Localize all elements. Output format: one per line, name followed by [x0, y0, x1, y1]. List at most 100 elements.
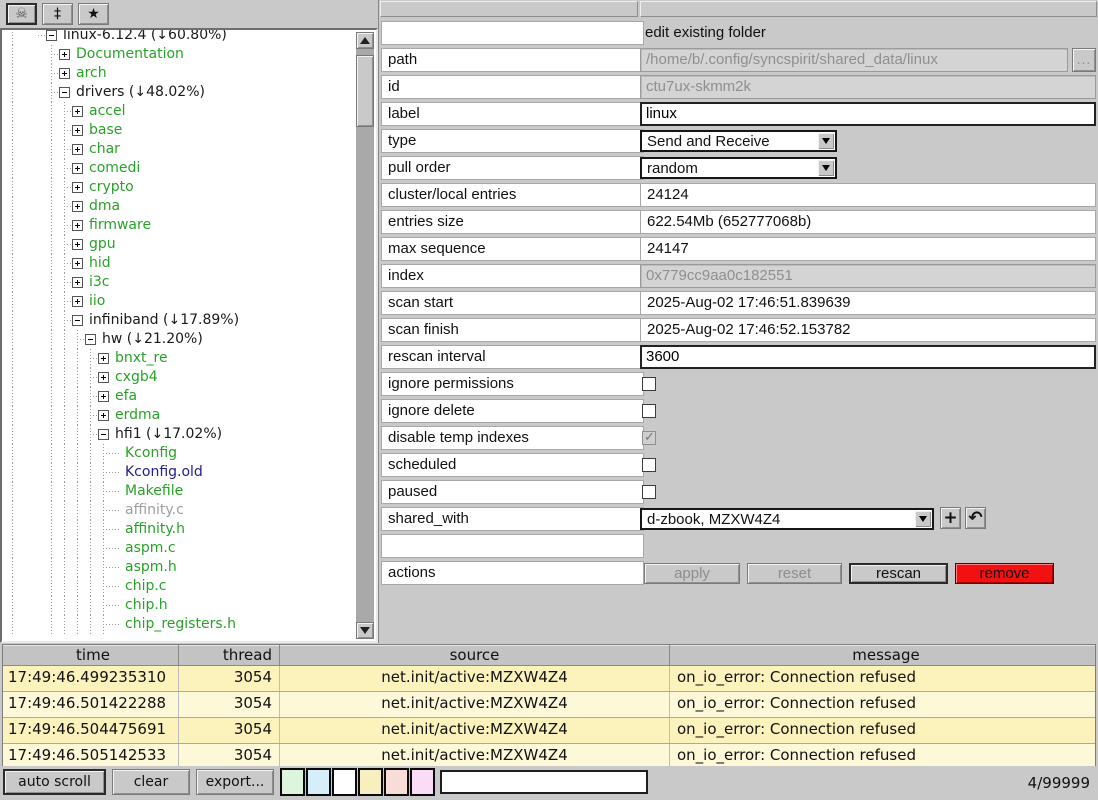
tree-item[interactable]: drivers (↓48.02%): [2, 83, 356, 102]
expand-plus-icon[interactable]: [72, 277, 83, 288]
tree-item-label[interactable]: char: [89, 140, 120, 159]
expand-plus-icon[interactable]: [72, 144, 83, 155]
tree-item-label[interactable]: dma: [89, 197, 120, 216]
tree-item[interactable]: Documentation: [2, 45, 356, 64]
tree-item[interactable]: hw (↓21.20%): [2, 330, 356, 349]
log-level-swatch-1[interactable]: [280, 768, 305, 796]
tree-item-label[interactable]: affinity.c: [125, 501, 184, 520]
collapse-minus-icon[interactable]: [72, 315, 83, 326]
remove-button[interactable]: remove: [955, 563, 1054, 584]
tree-item[interactable]: chip.c: [2, 577, 356, 596]
tree-item-label[interactable]: hw (↓21.20%): [102, 330, 203, 349]
tree-item[interactable]: arch: [2, 64, 356, 83]
tree-item[interactable]: bnxt_re: [2, 349, 356, 368]
tree-item[interactable]: gpu: [2, 235, 356, 254]
tree-item[interactable]: hfi1 (↓17.02%): [2, 425, 356, 444]
tree-item[interactable]: affinity.c: [2, 501, 356, 520]
tree-item-label[interactable]: base: [89, 121, 122, 140]
tree-item-label[interactable]: linux-6.12.4 (↓60.80%): [63, 30, 227, 45]
expand-plus-icon[interactable]: [72, 106, 83, 117]
tree-item-label[interactable]: Documentation: [76, 45, 184, 64]
tree-item[interactable]: comedi: [2, 159, 356, 178]
tree-item[interactable]: crypto: [2, 178, 356, 197]
tree-item-label[interactable]: Kconfig: [125, 444, 177, 463]
tree-item[interactable]: char: [2, 140, 356, 159]
tree-item[interactable]: erdma: [2, 406, 356, 425]
tree-item-label[interactable]: cxgb4: [115, 368, 158, 387]
tree-item-label[interactable]: chip_registers.h: [125, 615, 236, 634]
tree-item-label[interactable]: drivers (↓48.02%): [76, 83, 205, 102]
tree-item-label[interactable]: bnxt_re: [115, 349, 168, 368]
log-level-swatch-4[interactable]: [358, 768, 383, 796]
expand-plus-icon[interactable]: [72, 239, 83, 250]
tree-item[interactable]: base: [2, 121, 356, 140]
tree-item[interactable]: affinity.h: [2, 520, 356, 539]
expand-plus-icon[interactable]: [98, 410, 109, 421]
tree-item-label[interactable]: gpu: [89, 235, 116, 254]
tree-item-label[interactable]: hid: [89, 254, 111, 273]
bookmark-button[interactable]: ★: [78, 3, 109, 25]
tree-item[interactable]: chip_registers.h: [2, 615, 356, 634]
expand-plus-icon[interactable]: [59, 68, 70, 79]
tree-item[interactable]: Kconfig: [2, 444, 356, 463]
browse-button[interactable]: ...: [1072, 48, 1096, 72]
tree-item[interactable]: aspm.c: [2, 539, 356, 558]
scheduled-checkbox[interactable]: [642, 458, 656, 472]
expand-plus-icon[interactable]: [72, 163, 83, 174]
tree-item-label[interactable]: firmware: [89, 216, 151, 235]
collapse-minus-icon[interactable]: [59, 87, 70, 98]
log-level-swatch-3[interactable]: [332, 768, 357, 796]
tree-item-label[interactable]: aspm.h: [125, 558, 177, 577]
tree-item[interactable]: Kconfig.old: [2, 463, 356, 482]
colorize-button[interactable]: ‡: [42, 3, 73, 25]
rescan-button[interactable]: rescan: [849, 563, 948, 584]
expand-plus-icon[interactable]: [59, 49, 70, 60]
expand-plus-icon[interactable]: [72, 201, 83, 212]
tree-item-label[interactable]: Kconfig.old: [125, 463, 203, 482]
auto-scroll-toggle[interactable]: auto scroll: [3, 769, 106, 795]
paused-checkbox[interactable]: [642, 485, 656, 499]
log-level-swatch-6[interactable]: [410, 768, 435, 796]
tree-item[interactable]: i3c: [2, 273, 356, 292]
ignore-permissions-checkbox[interactable]: [642, 377, 656, 391]
tree-item[interactable]: linux-6.12.4 (↓60.80%): [2, 30, 356, 45]
pull-order-select[interactable]: random: [640, 157, 837, 179]
tree-item-label[interactable]: i3c: [89, 273, 110, 292]
type-select[interactable]: Send and Receive: [640, 130, 837, 152]
add-share-button[interactable]: +: [940, 507, 961, 529]
tree-item-label[interactable]: affinity.h: [125, 520, 185, 539]
tree-scrollbar[interactable]: [356, 32, 374, 639]
tree-item-label[interactable]: iio: [89, 292, 105, 311]
chevron-down-icon[interactable]: [818, 160, 834, 176]
expand-plus-icon[interactable]: [98, 353, 109, 364]
tree-item[interactable]: iio: [2, 292, 356, 311]
label-input[interactable]: linux: [640, 102, 1096, 126]
collapse-minus-icon[interactable]: [85, 334, 96, 345]
expand-plus-icon[interactable]: [72, 182, 83, 193]
tree-item-label[interactable]: Makefile: [125, 482, 183, 501]
ignore-delete-checkbox[interactable]: [642, 404, 656, 418]
tree-item[interactable]: accel: [2, 102, 356, 121]
scroll-down-button[interactable]: [356, 622, 374, 639]
tree-item[interactable]: Makefile: [2, 482, 356, 501]
shared-with-select[interactable]: d-zbook, MZXW4Z4: [640, 508, 934, 530]
scrollbar-thumb[interactable]: [356, 55, 374, 127]
revert-share-button[interactable]: ↶: [965, 507, 986, 529]
tree-item-label[interactable]: chip.c: [125, 577, 167, 596]
clear-button[interactable]: clear: [112, 769, 190, 795]
tree-item-label[interactable]: hfi1 (↓17.02%): [115, 425, 222, 444]
tree-item-label[interactable]: chip.h: [125, 596, 168, 615]
expand-plus-icon[interactable]: [98, 391, 109, 402]
collapse-minus-icon[interactable]: [46, 30, 57, 41]
tree-item[interactable]: infiniband (↓17.89%): [2, 311, 356, 330]
rescan-interval-input[interactable]: 3600: [640, 345, 1096, 369]
expand-plus-icon[interactable]: [72, 296, 83, 307]
log-level-swatch-5[interactable]: [384, 768, 409, 796]
expand-plus-icon[interactable]: [98, 372, 109, 383]
chevron-down-icon[interactable]: [915, 511, 931, 527]
log-filter-input[interactable]: [440, 770, 648, 794]
tree-item-label[interactable]: crypto: [89, 178, 134, 197]
tree-item[interactable]: cxgb4: [2, 368, 356, 387]
tree-item-label[interactable]: infiniband (↓17.89%): [89, 311, 239, 330]
tree-item-label[interactable]: erdma: [115, 406, 160, 425]
